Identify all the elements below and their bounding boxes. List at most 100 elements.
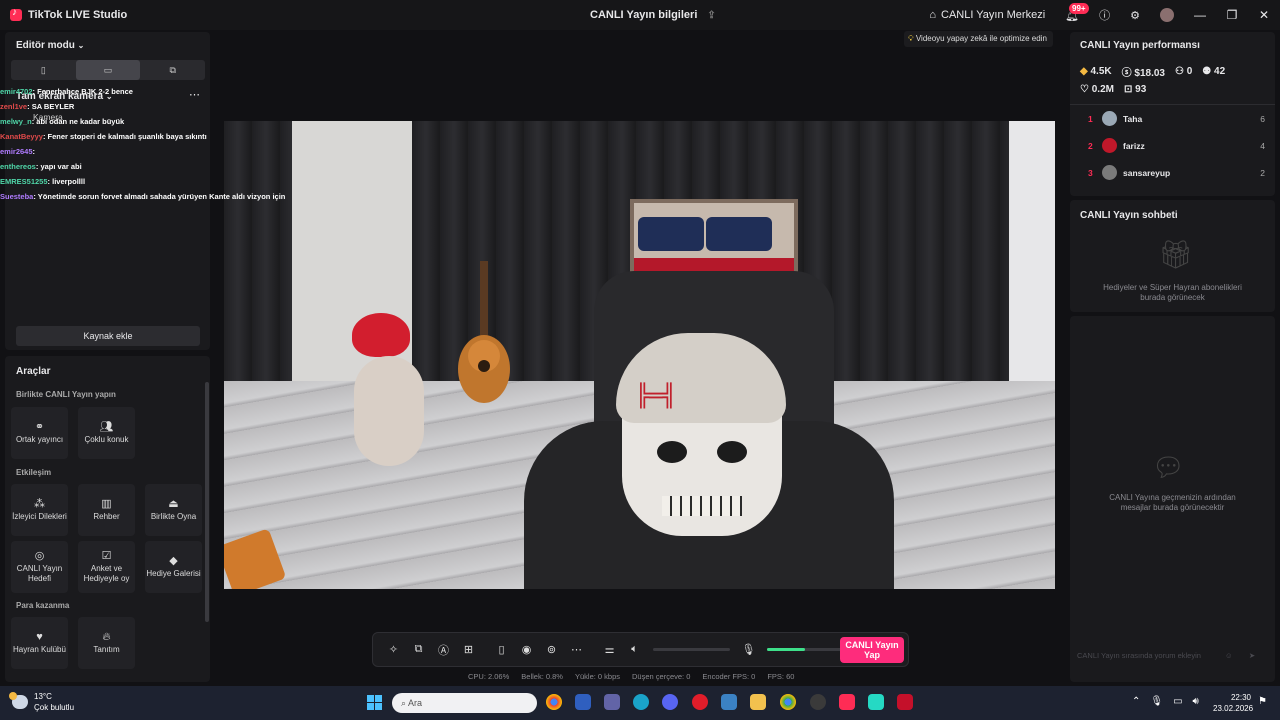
volume-slider[interactable]: [653, 648, 730, 651]
link-icon: ⚭: [34, 420, 45, 433]
play-together-tool[interactable]: ⏏ Birlikte Oyna: [145, 484, 202, 536]
dual-screen-icon: ⧉: [169, 64, 176, 75]
gifter-row[interactable]: 3 sansareyup 2: [1070, 159, 1275, 186]
tool-label: CANLI Yayın Hedefi: [16, 563, 63, 583]
tiktok-icon[interactable]: [839, 694, 855, 710]
chrome-icon[interactable]: [546, 694, 562, 710]
tool-label: Hediye Galerisi: [146, 568, 201, 578]
avatar[interactable]: [1150, 0, 1184, 30]
live-info-label: CANLI Yayın bilgileri: [590, 9, 698, 21]
teams-icon[interactable]: [604, 694, 620, 710]
mail-icon[interactable]: [721, 694, 737, 710]
chat-username: Suesteba: [0, 192, 34, 201]
microphone-icon[interactable]: 🎙︎: [736, 643, 761, 656]
comment-input[interactable]: CANLI Yayın sırasında yorum ekleyin ☺ ➤: [1077, 651, 1255, 660]
ai-icon[interactable]: Ⓐ: [431, 642, 456, 658]
settings-button[interactable]: ⚙: [1120, 0, 1150, 30]
go-live-button[interactable]: CANLI Yayın Yap: [840, 637, 904, 663]
obs-icon[interactable]: [810, 694, 826, 710]
search-icon: ⌕: [401, 698, 409, 708]
dual-mode-button[interactable]: ⧉: [140, 60, 205, 80]
editor-mode-dropdown[interactable]: Editör modu ⌄: [16, 40, 84, 51]
chat-text: : SA BEYLER: [27, 102, 75, 111]
more-icon[interactable]: ⋯: [564, 643, 589, 656]
phone-icon[interactable]: ▯: [489, 643, 514, 656]
add-source-button[interactable]: Kaynak ekle: [16, 326, 200, 346]
help-button[interactable]: ⓘ: [1089, 0, 1120, 30]
weather-widget[interactable]: 13°C Çok bulutlu: [9, 691, 74, 713]
live-info-button[interactable]: CANLI Yayın bilgileri ⇪: [590, 9, 716, 21]
gifter-name: sansareyup: [1123, 167, 1171, 178]
lightbulb-icon: 💡︎: [908, 34, 914, 43]
gift-icon: ⊡: [1123, 84, 1133, 95]
ai-optimize-tooltip[interactable]: 💡︎ Videoyu yapay zekâ ile optimize edin: [904, 31, 1053, 47]
network-icon[interactable]: ▭: [1173, 696, 1182, 707]
heart-icon: ♡: [1080, 84, 1089, 95]
mixer-icon[interactable]: ⚌: [597, 643, 622, 656]
chat-message: Suesteba: Yönetimde sorun forvet almadı …: [0, 189, 300, 204]
multi-guest-tool[interactable]: 👥︎ Çoklu konuk: [78, 407, 135, 459]
chevron-up-icon[interactable]: ⌃: [1132, 696, 1140, 707]
send-icon[interactable]: ➤: [1249, 651, 1255, 660]
live-goal-tool[interactable]: ◎ CANLI Yayın Hedefi: [11, 541, 68, 593]
mic-tray-icon[interactable]: 🎙︎: [1150, 696, 1163, 707]
opera-icon[interactable]: [692, 694, 708, 710]
stat-item: Düşen çerçeve: 0: [632, 672, 691, 681]
gifts-stat: ⊡ 93: [1124, 84, 1146, 95]
promote-tool[interactable]: 🔥︎ Tanıtım: [78, 617, 135, 669]
viewer-wishes-tool[interactable]: ⁂ İzleyici Dilekleri: [11, 484, 68, 536]
emoji-icon[interactable]: ☺: [1225, 651, 1233, 660]
tiktok-live-icon[interactable]: [868, 694, 884, 710]
maximize-button[interactable]: ❐: [1216, 0, 1248, 30]
joystick-icon: ⏏: [168, 497, 179, 510]
notification-icon[interactable]: ⚑: [1258, 696, 1267, 707]
minimize-icon: —: [1194, 8, 1206, 22]
portrait-mode-button[interactable]: ▯: [11, 60, 76, 80]
poll-tool[interactable]: ☑ Anket ve Hediyeyle oy: [78, 541, 135, 593]
likes-stat: ♡ 0.2M: [1080, 84, 1114, 95]
folder-icon[interactable]: [750, 694, 766, 710]
gifter-row[interactable]: 2 farizz 4: [1070, 132, 1275, 159]
tools-panel: Araçlar Birlikte CANLI Yayın yapın ⚭ Orta…: [5, 356, 210, 682]
poll-icon: ☑: [101, 549, 112, 562]
mic-level-slider[interactable]: [767, 648, 844, 651]
taskbar-search[interactable]: ⌕ Ara: [392, 693, 537, 713]
volume-icon[interactable]: 🔊︎: [1193, 696, 1199, 707]
chrome-profile-icon[interactable]: [780, 694, 796, 710]
speaker-icon[interactable]: 🔈︎: [622, 643, 647, 656]
stat-item: CPU: 2.06%: [468, 672, 510, 681]
chat-username: zenl1ve: [0, 102, 28, 111]
camera-preview[interactable]: ╠═╣: [224, 121, 1055, 589]
cohost-tool[interactable]: ⚭ Ortak yayıncı: [11, 407, 68, 459]
followers-stat: ⚉ 42: [1202, 66, 1225, 77]
start-button[interactable]: [367, 695, 382, 710]
landscape-mode-button[interactable]: ▭: [75, 60, 141, 80]
system-stats: CPU: 2.06% Bellek: 0.8% Yükle: 0 kbps Düşen…: [468, 672, 794, 681]
control-bar: ✧ ⧉ Ⓐ ⊞ ▯ ◉ ⊚ ⋯ ⚌ 🔈︎ 🎙︎ CANLI Yayın Yap: [372, 632, 909, 667]
close-button[interactable]: ✕: [1248, 0, 1280, 30]
media-player-icon[interactable]: [897, 694, 913, 710]
magic-wand-icon[interactable]: ✧: [381, 643, 406, 656]
avatar-image: [1160, 8, 1174, 22]
edge-icon[interactable]: [633, 694, 649, 710]
viewers-value: 0: [1186, 66, 1193, 77]
stat-item: Bellek: 0.8%: [521, 672, 563, 681]
tools-scrollbar[interactable]: [205, 382, 209, 622]
guide-tool[interactable]: ▥ Rehber: [78, 484, 135, 536]
orientation-toggle: ▯ ▭ ⧉: [11, 60, 205, 80]
discord-icon[interactable]: [662, 694, 678, 710]
translate-icon[interactable]: ⧉: [406, 643, 431, 656]
screenshot-icon[interactable]: ⊚: [539, 643, 564, 656]
store-icon[interactable]: [575, 694, 591, 710]
chat-message: enthereos: yapı var abi: [0, 159, 300, 174]
add-user-icon: ⚉: [1202, 66, 1212, 77]
add-scene-icon[interactable]: ⊞: [456, 643, 481, 656]
gifter-row[interactable]: 1 Taha 6: [1070, 105, 1275, 132]
fan-club-tool[interactable]: ♥ Hayran Kulübü: [11, 617, 68, 669]
live-center-button[interactable]: ⌂ CANLI Yayın Merkezi: [919, 0, 1055, 30]
live-chat-title: CANLI Yayın sohbeti: [1080, 210, 1178, 221]
clock[interactable]: 22:30 23.02.2026: [1213, 692, 1253, 714]
gift-gallery-tool[interactable]: ◆ Hediye Galerisi: [145, 541, 202, 593]
record-icon[interactable]: ◉: [514, 643, 539, 656]
minimize-button[interactable]: —: [1184, 0, 1216, 30]
